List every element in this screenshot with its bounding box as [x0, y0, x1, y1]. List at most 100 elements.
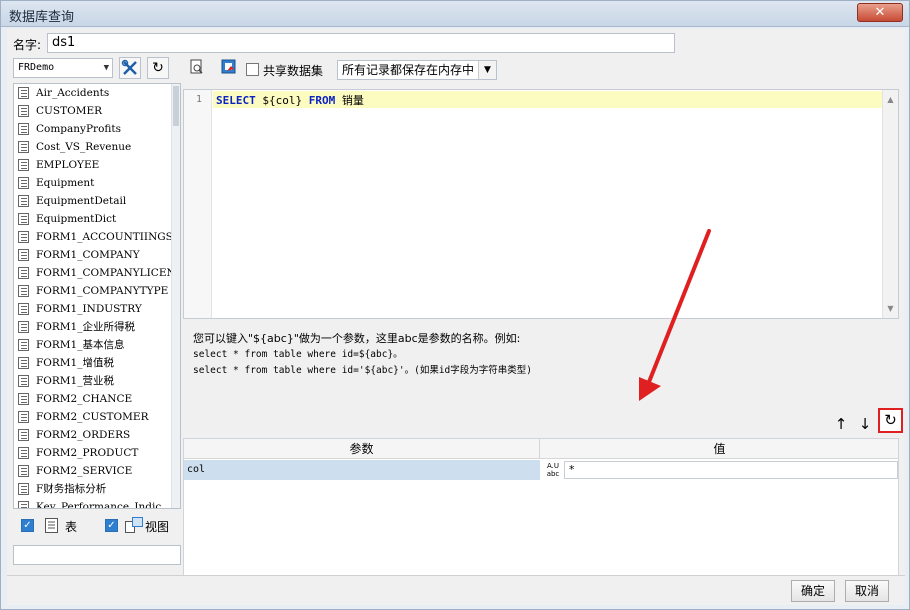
table-icon	[18, 411, 29, 423]
list-item[interactable]: Air_Accidents	[14, 84, 180, 102]
share-dataset-label: 共享数据集	[263, 64, 324, 78]
table-name: 销量	[335, 94, 364, 107]
list-item-label: EquipmentDict	[36, 213, 117, 225]
list-item[interactable]: FORM2_CHANCE	[14, 390, 180, 408]
param-name[interactable]: col	[184, 460, 540, 480]
list-item[interactable]: FORM1_ACCOUNTIINGSYSTI	[14, 228, 180, 246]
list-item-label: FORM1_增值税	[36, 357, 114, 369]
share-dataset-checkbox[interactable]	[246, 63, 259, 76]
table-icon	[18, 447, 29, 459]
name-input[interactable]: ds1	[47, 33, 675, 53]
refresh-icon: ↻	[152, 60, 164, 76]
list-item[interactable]: CUSTOMER	[14, 102, 180, 120]
list-item[interactable]: FORM1_基本信息	[14, 336, 180, 354]
list-item[interactable]: EquipmentDict	[14, 210, 180, 228]
move-down-button[interactable]: ↓	[855, 414, 875, 434]
list-item-label: FORM1_营业税	[36, 375, 114, 387]
table-icon	[18, 465, 29, 477]
table-icon	[18, 393, 29, 405]
list-item[interactable]: FORM1_增值税	[14, 354, 180, 372]
list-item[interactable]: FORM1_INDUSTRY	[14, 300, 180, 318]
table-icon	[18, 321, 29, 333]
storage-mode-select[interactable]: 所有记录都保存在内存中 ▼	[337, 60, 497, 80]
refresh-icon: ↻	[884, 411, 897, 429]
cancel-button[interactable]: 取消	[845, 580, 889, 602]
table-icon	[18, 483, 29, 495]
list-item[interactable]: F财务指标分析	[14, 480, 180, 498]
show-tables-label: 表	[65, 520, 78, 534]
column-header-value[interactable]: 值	[541, 439, 898, 459]
string-type-icon[interactable]: A.U abc	[542, 460, 564, 480]
list-item[interactable]: FORM2_ORDERS	[14, 426, 180, 444]
table-icon	[18, 177, 29, 189]
show-views-checkbox[interactable]: ✓	[105, 519, 118, 532]
name-label: 名字:	[13, 38, 42, 52]
list-item-label: FORM2_SERVICE	[36, 465, 133, 477]
list-item[interactable]: FORM2_SERVICE	[14, 462, 180, 480]
table-icon	[18, 429, 29, 441]
table-icon	[18, 141, 29, 153]
refresh-params-button[interactable]: ↻	[878, 408, 903, 433]
query-editor-button[interactable]	[219, 59, 239, 79]
move-up-button[interactable]: ↑	[831, 414, 851, 434]
left-panel: FRDemo ▼ ↻ Air_Accidents CUSTOMER CompanyP…	[13, 57, 181, 576]
refresh-tables-button[interactable]: ↻	[147, 57, 169, 79]
table-icon	[18, 195, 29, 207]
list-item[interactable]: FORM1_COMPANYTYPE	[14, 282, 180, 300]
list-item[interactable]: Key_Performance_Indic	[14, 498, 180, 508]
list-item[interactable]: EMPLOYEE	[14, 156, 180, 174]
datasource-value: FRDemo	[18, 62, 55, 73]
list-item-label: FORM2_PRODUCT	[36, 447, 139, 459]
sql-code[interactable]: SELECT ${col} FROM 销量	[216, 92, 364, 108]
keyword-from: FROM	[308, 94, 336, 107]
preview-button[interactable]	[187, 59, 207, 79]
scroll-down-icon[interactable]: ▼	[883, 301, 898, 316]
list-item[interactable]: FORM1_企业所得税	[14, 318, 180, 336]
list-item-label: FORM1_COMPANYLICENSE	[36, 267, 180, 279]
column-header-param[interactable]: 参数	[184, 439, 540, 459]
show-tables-checkbox[interactable]: ✓	[21, 519, 34, 532]
list-item[interactable]: FORM1_COMPANYLICENSE	[14, 264, 180, 282]
table-row[interactable]: col A.U abc *	[184, 460, 898, 480]
list-item-label: FORM2_CUSTOMER	[36, 411, 149, 423]
list-item[interactable]: EquipmentDetail	[14, 192, 180, 210]
param-value-input[interactable]: *	[564, 461, 898, 479]
table-icon	[18, 249, 29, 261]
list-item-label: CompanyProfits	[36, 123, 122, 135]
list-item[interactable]: FORM2_PRODUCT	[14, 444, 180, 462]
list-item-label: FORM2_ORDERS	[36, 429, 131, 441]
table-icon	[18, 285, 29, 297]
list-item[interactable]: FORM2_CUSTOMER	[14, 408, 180, 426]
table-filter-input[interactable]	[13, 545, 181, 565]
list-item-label: EMPLOYEE	[36, 159, 100, 171]
list-item[interactable]: FORM1_营业税	[14, 372, 180, 390]
list-item[interactable]: FORM1_COMPANY	[14, 246, 180, 264]
sql-editor-icon	[221, 59, 236, 74]
list-item-label: FORM1_COMPANY	[36, 249, 140, 261]
close-button[interactable]: ✕	[857, 3, 903, 22]
table-icon	[45, 518, 58, 533]
list-item[interactable]: Cost_VS_Revenue	[14, 138, 180, 156]
table-list-scrollbar[interactable]	[171, 84, 180, 508]
chevron-down-icon: ▼	[478, 61, 496, 79]
list-item[interactable]: Equipment	[14, 174, 180, 192]
name-row: 名字: ds1	[7, 32, 905, 54]
list-item[interactable]: CompanyProfits	[14, 120, 180, 138]
ok-button[interactable]: 确定	[791, 580, 835, 602]
list-item-label: Equipment	[36, 177, 95, 189]
scrollbar-thumb[interactable]	[173, 86, 179, 126]
window-title: 数据库查询	[9, 10, 75, 25]
scroll-up-icon[interactable]: ▲	[883, 92, 898, 107]
table-icon	[18, 267, 29, 279]
list-item-label: FORM1_基本信息	[36, 339, 125, 351]
connection-settings-button[interactable]	[119, 57, 141, 79]
datasource-select[interactable]: FRDemo ▼	[13, 58, 113, 78]
table-list[interactable]: Air_Accidents CUSTOMER CompanyProfits Cost_…	[13, 83, 181, 509]
column-expression: ${col}	[255, 94, 309, 107]
list-item-label: Air_Accidents	[36, 87, 110, 99]
storage-mode-value: 所有记录都保存在内存中	[342, 63, 475, 77]
sql-editor[interactable]: 1 SELECT ${col} FROM 销量 ▲ ▼	[183, 89, 899, 319]
table-icon	[18, 339, 29, 351]
current-line[interactable]: SELECT ${col} FROM 销量	[213, 91, 883, 108]
editor-scrollbar[interactable]: ▲ ▼	[882, 90, 898, 318]
